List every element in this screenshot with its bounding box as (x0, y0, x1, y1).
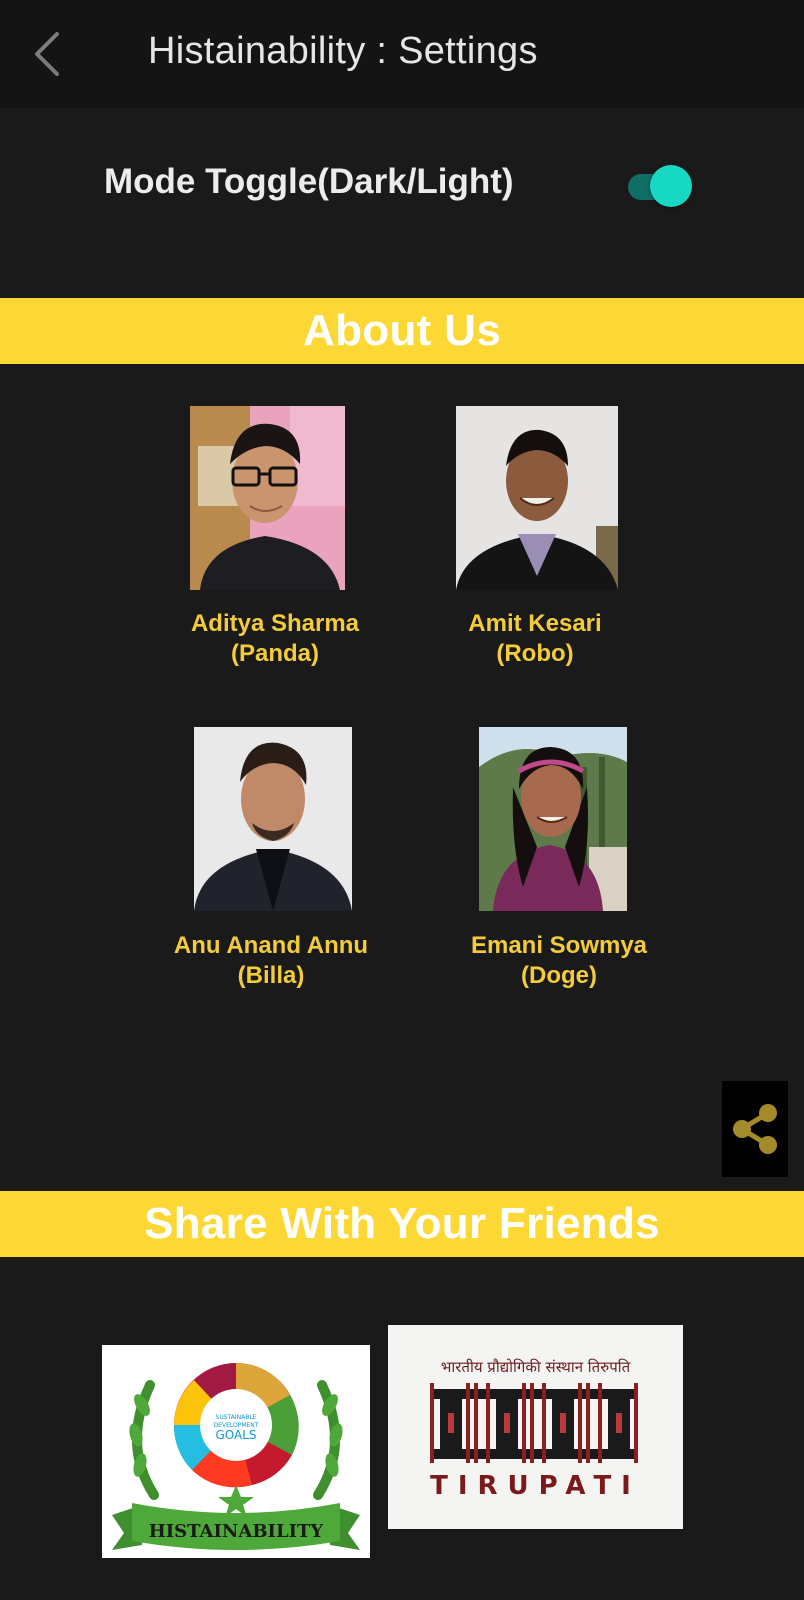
member-photo-emani (479, 727, 627, 911)
member-name-amit: Amit Kesari (Robo) (435, 609, 635, 669)
page-title: Histainability : Settings (148, 30, 538, 72)
iit-tirupati-text: TIRUPATI (430, 1471, 641, 1501)
mode-toggle-label: Mode Toggle(Dark/Light) (104, 162, 514, 201)
member-photo-anu (194, 727, 352, 911)
member-nickname-text: (Robo) (496, 640, 574, 667)
member-nickname-text: (Doge) (521, 962, 597, 989)
iit-tirupati-logo: भारतीय प्रौद्योगिकी संस्थान तिरुपति TIRU… (388, 1325, 683, 1529)
mode-toggle-switch[interactable] (626, 164, 694, 208)
share-banner: Share With Your Friends (0, 1191, 804, 1257)
member-nickname-text: (Panda) (230, 640, 319, 667)
member-name-anu: Anu Anand Annu (Billa) (171, 931, 371, 991)
member-name-emani: Emani Sowmya (Doge) (459, 931, 659, 991)
share-button[interactable] (722, 1081, 788, 1177)
svg-text:SUSTAINABLE: SUSTAINABLE (216, 1414, 257, 1421)
toggle-thumb (650, 165, 692, 207)
histainability-wordmark: HISTAINABILITY (149, 1521, 325, 1542)
chevron-left-icon (35, 32, 59, 76)
member-name-text: Aditya Sharma (190, 610, 360, 637)
about-us-heading: About Us (303, 306, 501, 355)
share-icon (733, 1104, 777, 1154)
share-heading: Share With Your Friends (144, 1199, 660, 1248)
member-name-aditya: Aditya Sharma (Panda) (175, 609, 375, 669)
mode-toggle-row: Mode Toggle(Dark/Light) (0, 150, 804, 220)
histainability-logo: SUSTAINABLE DEVELOPMENT GOALS HISTAINABI… (102, 1345, 370, 1558)
svg-text:GOALS: GOALS (215, 1428, 256, 1442)
member-name-text: Anu Anand Annu (173, 932, 369, 959)
member-name-text: Amit Kesari (468, 610, 602, 637)
app-bar: Histainability : Settings (0, 0, 804, 108)
iit-hindi-text: भारतीय प्रौद्योगिकी संस्थान तिरुपति (440, 1358, 631, 1376)
member-photo-aditya (190, 406, 345, 590)
back-button[interactable] (22, 26, 72, 82)
about-us-banner: About Us (0, 298, 804, 364)
member-photo-amit (456, 406, 618, 590)
member-nickname-text: (Billa) (237, 962, 305, 989)
member-name-text: Emani Sowmya (470, 932, 648, 959)
